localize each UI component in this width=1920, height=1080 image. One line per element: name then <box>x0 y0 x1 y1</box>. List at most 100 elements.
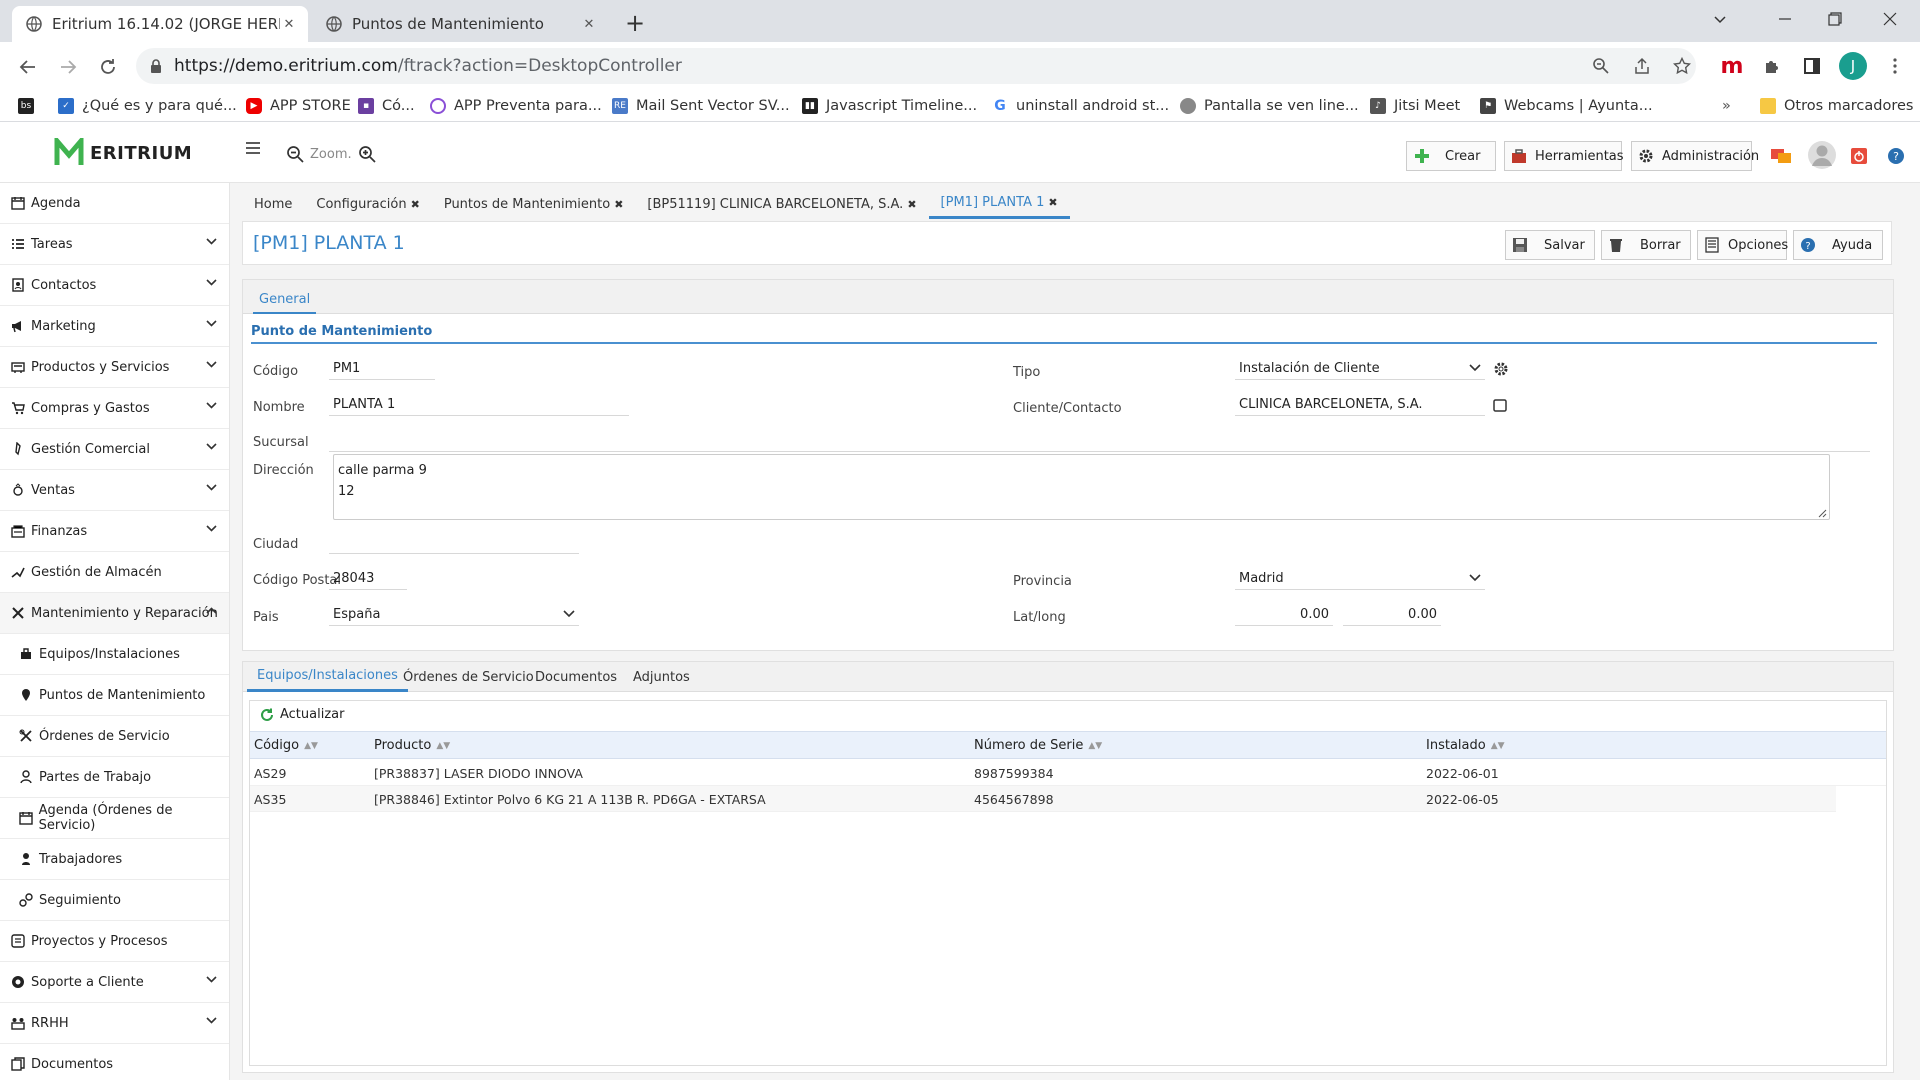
provincia-select[interactable]: Madrid <box>1235 568 1485 590</box>
table-row[interactable]: AS35 [PR38846] Extintor Polvo 6 KG 21 A … <box>250 786 1836 812</box>
close-tab-icon[interactable]: ✕ <box>280 15 298 33</box>
share-icon[interactable] <box>1627 51 1657 81</box>
help-icon[interactable]: ? <box>1883 143 1909 169</box>
bookmark-bs[interactable]: bs <box>18 95 34 117</box>
zoom-out-icon[interactable] <box>286 145 304 163</box>
column-header-codigo[interactable]: Código ▲▼ <box>254 738 318 753</box>
user-avatar-icon[interactable] <box>1806 139 1838 171</box>
more-bookmarks-icon[interactable]: » <box>1722 95 1731 117</box>
address-bar[interactable]: https://demo.eritrium.com/ftrack?action=… <box>136 48 1696 84</box>
zoom-in-icon[interactable] <box>358 145 376 163</box>
extension-m-icon[interactable]: m <box>1717 51 1747 81</box>
close-window-icon[interactable] <box>1860 0 1920 38</box>
browser-tab-puntos[interactable]: Puntos de Mantenimiento ✕ <box>312 6 608 42</box>
chevron-down-icon[interactable] <box>206 525 217 532</box>
sidebar-item-tareas[interactable]: Tareas <box>0 224 229 265</box>
tab-general[interactable]: General <box>253 286 317 314</box>
bookmark-webcams[interactable]: ⚑ Webcams | Ayunta... <box>1480 95 1653 117</box>
column-header-numero-serie[interactable]: Número de Serie ▲▼ <box>974 738 1102 753</box>
bookmark-js-timeline[interactable]: ▮▮ Javascript Timeline... <box>802 95 977 117</box>
other-bookmarks[interactable]: Otros marcadores <box>1760 95 1913 117</box>
chevron-down-icon[interactable] <box>206 976 217 983</box>
open-record-icon[interactable] <box>1493 398 1508 413</box>
close-icon[interactable]: ✖ <box>1048 196 1057 209</box>
tab-equipos-instalaciones[interactable]: Equipos/Instalaciones <box>247 662 408 692</box>
close-icon[interactable]: ✖ <box>411 198 420 211</box>
zoom-page-icon[interactable] <box>1586 51 1616 81</box>
chevron-up-icon[interactable] <box>206 607 217 614</box>
sidebar-item-seguimiento[interactable]: Seguimiento <box>0 880 229 921</box>
column-header-producto[interactable]: Producto ▲▼ <box>374 738 450 753</box>
tab-puntos-mantenimiento[interactable]: Puntos de Mantenimiento ✖ <box>432 189 636 219</box>
chevron-down-icon[interactable] <box>206 279 217 286</box>
sidebar-item-soporte-a-cliente[interactable]: Soporte a Cliente <box>0 962 229 1003</box>
sidebar-item-compras-y-gastos[interactable]: Compras y Gastos <box>0 388 229 429</box>
sidebar-item-mantenimiento-y-reparacion[interactable]: Mantenimiento y Reparación <box>0 593 229 634</box>
bookmark-pantalla[interactable]: Pantalla se ven line... <box>1180 95 1359 117</box>
sidebar-item-ordenes-de-servicio[interactable]: Órdenes de Servicio <box>0 716 229 757</box>
new-tab-plus-icon[interactable]: + <box>620 8 650 38</box>
browser-tab-eritrium[interactable]: Eritrium 16.14.02 (JORGE HERRER ✕ <box>12 6 308 42</box>
bookmark-co[interactable]: ▪ Có... <box>358 95 415 117</box>
nombre-field[interactable]: PLANTA 1 <box>329 394 629 416</box>
sidebar-item-ventas[interactable]: Ventas <box>0 470 229 511</box>
forward-arrow-icon[interactable] <box>52 51 84 83</box>
lat-field[interactable]: 0.00 <box>1235 604 1333 626</box>
bookmark-app-preventa[interactable]: APP Preventa para... <box>430 95 602 117</box>
table-row[interactable]: AS29 [PR38837] LASER DIODO INNOVA 898759… <box>250 760 1886 786</box>
sidebar-item-marketing[interactable]: Marketing <box>0 306 229 347</box>
gear-settings-icon[interactable] <box>1493 361 1509 377</box>
codigo-field[interactable]: PM1 <box>329 358 435 380</box>
hamburger-menu-icon[interactable] <box>244 141 262 155</box>
side-panel-icon[interactable] <box>1797 51 1827 81</box>
pais-select[interactable]: España <box>329 604 579 626</box>
bookmark-app-store[interactable]: ▶ APP STORE <box>246 95 351 117</box>
bookmark-mail-sent[interactable]: RE Mail Sent Vector SV... <box>612 95 790 117</box>
profile-avatar[interactable]: J <box>1838 51 1868 81</box>
tab-adjuntos[interactable]: Adjuntos <box>623 662 700 692</box>
sidebar-item-contactos[interactable]: Contactos <box>0 265 229 306</box>
browser-menu-icon[interactable] <box>1880 51 1910 81</box>
chevron-down-icon[interactable] <box>206 361 217 368</box>
power-icon[interactable] <box>1846 143 1872 169</box>
sidebar-item-agenda[interactable]: Agenda <box>0 183 229 224</box>
bookmark-star-icon[interactable] <box>1667 51 1697 81</box>
sidebar-item-rrhh[interactable]: RRHH <box>0 1003 229 1044</box>
restore-icon[interactable] <box>1805 0 1865 38</box>
administracion-button[interactable]: Administración <box>1631 141 1759 171</box>
extensions-puzzle-icon[interactable] <box>1757 51 1787 81</box>
tab-planta-1[interactable]: [PM1] PLANTA 1 ✖ <box>928 189 1070 219</box>
column-header-instalado[interactable]: Instalado ▲▼ <box>1426 738 1505 753</box>
tab-search-chevron-icon[interactable] <box>1690 0 1750 38</box>
cliente-field[interactable]: CLINICA BARCELONETA, S.A. <box>1235 394 1485 416</box>
chat-icon[interactable] <box>1768 143 1794 169</box>
sidebar-item-gestion-comercial[interactable]: Gestión Comercial <box>0 429 229 470</box>
chevron-down-icon[interactable] <box>206 320 217 327</box>
sidebar-item-partes-de-trabajo[interactable]: Partes de Trabajo <box>0 757 229 798</box>
ciudad-field[interactable] <box>329 532 579 554</box>
sidebar-item-productos-y-servicios[interactable]: Productos y Servicios <box>0 347 229 388</box>
sidebar-item-proyectos-y-procesos[interactable]: Proyectos y Procesos <box>0 921 229 962</box>
crear-button[interactable]: Crear <box>1406 141 1496 171</box>
opciones-button[interactable]: Opciones <box>1697 230 1788 260</box>
sidebar-item-documentos[interactable]: Documentos <box>0 1044 229 1080</box>
close-icon[interactable]: ✖ <box>614 198 623 211</box>
reload-icon[interactable] <box>92 51 124 83</box>
chevron-down-icon[interactable] <box>206 402 217 409</box>
sidebar-item-trabajadores[interactable]: Trabajadores <box>0 839 229 880</box>
ayuda-button[interactable]: ? Ayuda <box>1793 230 1883 260</box>
sidebar-item-equipos-instalaciones[interactable]: Equipos/Instalaciones <box>0 634 229 675</box>
resize-handle-icon[interactable] <box>1818 509 1827 518</box>
close-icon[interactable]: ✖ <box>907 198 916 211</box>
tab-configuracion[interactable]: Configuración ✖ <box>304 189 431 219</box>
tab-home[interactable]: Home <box>242 189 304 219</box>
actualizar-button[interactable]: Actualizar <box>260 707 344 722</box>
tab-ordenes-servicio[interactable]: Órdenes de Servicio <box>393 662 544 692</box>
chevron-down-icon[interactable] <box>206 1017 217 1024</box>
salvar-button[interactable]: Salvar <box>1505 230 1595 260</box>
bookmark-uninstall-android[interactable]: Guninstall android st... <box>992 95 1169 117</box>
bookmark-que-es[interactable]: ✓ ¿Qué es y para qué... <box>58 95 237 117</box>
herramientas-button[interactable]: Herramientas <box>1504 141 1624 171</box>
tab-clinica-barceloneta[interactable]: [BP51119] CLINICA BARCELONETA, S.A. ✖ <box>635 189 928 219</box>
sidebar-item-gestion-de-almacen[interactable]: Gestión de Almacén <box>0 552 229 593</box>
